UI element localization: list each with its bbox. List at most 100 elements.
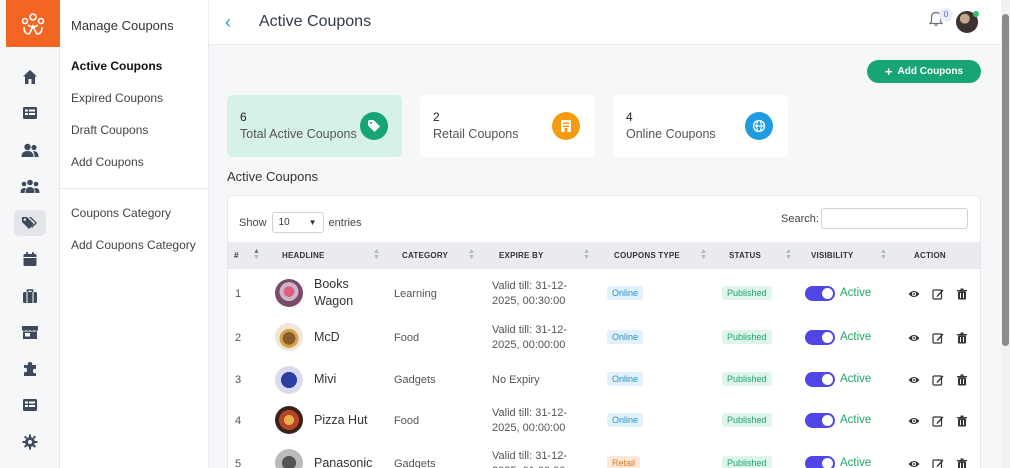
edit-icon[interactable] — [932, 373, 944, 386]
coupon-headline[interactable]: Mivi — [314, 371, 374, 388]
submenu-item-add-coupons-category[interactable]: Add Coupons Category — [71, 237, 201, 253]
search-label: Search: — [781, 212, 819, 225]
stat-label: Total Active Coupons — [240, 127, 357, 141]
edit-icon[interactable] — [932, 457, 944, 468]
visibility-label: Active — [840, 331, 872, 343]
coupon-headline[interactable]: Panasonic — [314, 455, 394, 468]
sort-icon[interactable]: ▲ ▼ — [468, 248, 475, 261]
puzzle-icon[interactable] — [14, 356, 46, 382]
delete-trash-icon[interactable] — [956, 414, 968, 427]
submenu-item-active-coupons[interactable]: Active Coupons — [71, 58, 201, 74]
coupon-headline[interactable]: McD — [314, 329, 374, 346]
coupon-expire: Valid till: 31-12-2025, 00:00:00 — [492, 324, 567, 351]
delete-trash-icon[interactable] — [956, 457, 968, 468]
list-icon[interactable] — [14, 392, 46, 418]
view-eye-icon[interactable] — [908, 414, 920, 426]
edit-icon[interactable] — [932, 287, 944, 300]
table-row: 5 Panasonic Gadgets Valid till: 31-12-20… — [228, 446, 980, 468]
users-icon[interactable] — [14, 137, 46, 163]
entries-select-value: 10 — [278, 217, 290, 228]
stat-card-retail[interactable]: 2 Retail Coupons — [420, 95, 595, 157]
coupon-expire: No Expiry — [492, 374, 540, 386]
coupon-headline[interactable]: Pizza Hut — [314, 412, 394, 429]
entries-select[interactable]: 10 ▼ — [271, 212, 324, 233]
col-header-expire-by[interactable]: EXPIRE BY — [499, 251, 543, 260]
col-header-num[interactable]: # — [234, 251, 239, 260]
coupon-type-badge: Online — [607, 372, 644, 386]
groups-icon[interactable] — [14, 173, 46, 199]
search-input[interactable] — [820, 208, 968, 229]
coupon-thumbnail — [275, 366, 303, 394]
sort-icon[interactable]: ▲ ▼ — [785, 248, 792, 261]
row-number: 2 — [235, 332, 242, 344]
notification-count-badge: 0 — [939, 8, 953, 22]
coupon-thumbnail — [275, 406, 303, 434]
entries-control: Show 10 ▼ entries — [239, 212, 362, 233]
delete-trash-icon[interactable] — [956, 373, 968, 386]
back-arrow-icon[interactable]: ‹ — [225, 12, 231, 33]
table-row: 4 Pizza Hut Food Valid till: 31-12-2025,… — [228, 401, 980, 441]
table-row: 2 McD Food Valid till: 31-12-2025, 00:00… — [228, 318, 980, 358]
dashboard-icon[interactable] — [14, 100, 46, 126]
briefcase-icon[interactable] — [14, 283, 46, 309]
delete-trash-icon[interactable] — [956, 287, 968, 300]
visibility-toggle[interactable] — [805, 286, 835, 301]
coupon-expire: Valid till: 31-12-2025, 00:00:00 — [492, 407, 567, 434]
visibility-label: Active — [840, 287, 872, 299]
col-header-category[interactable]: CATEGORY — [402, 251, 448, 260]
table-row: 3 Mivi Gadgets No Expiry Online Publishe… — [228, 362, 980, 398]
col-header-visibility[interactable]: VISIBILITY — [811, 251, 853, 260]
edit-icon[interactable] — [932, 331, 944, 344]
stat-card-total[interactable]: 6 Total Active Coupons — [227, 95, 402, 157]
search-control: Search: — [781, 208, 968, 229]
submenu-item-expired-coupons[interactable]: Expired Coupons — [71, 90, 201, 106]
coupon-type-badge: Online — [607, 330, 644, 344]
view-eye-icon[interactable] — [908, 287, 920, 299]
col-header-status[interactable]: STATUS — [729, 251, 761, 260]
stat-value: 2 — [433, 110, 440, 124]
page-scrollbar[interactable] — [1001, 0, 1010, 468]
submenu-item-draft-coupons[interactable]: Draft Coupons — [71, 122, 201, 138]
visibility-toggle[interactable] — [805, 372, 835, 387]
visibility-toggle[interactable] — [805, 456, 835, 468]
store-icon[interactable] — [14, 319, 46, 345]
view-eye-icon[interactable] — [908, 373, 920, 385]
add-coupons-button[interactable]: + Add Coupons — [867, 60, 981, 83]
coupon-headline[interactable]: Books Wagon — [314, 276, 374, 310]
table-header: # ▲ ▼ HEADLINE ▲ ▼ CATEGORY ▲ ▼ EXPIRE BY ▲… — [228, 242, 980, 269]
stat-label: Retail Coupons — [433, 127, 519, 141]
stat-card-online[interactable]: 4 Online Coupons — [613, 95, 788, 157]
delete-trash-icon[interactable] — [956, 331, 968, 344]
visibility-toggle[interactable] — [805, 330, 835, 345]
status-badge: Published — [722, 286, 772, 300]
home-icon[interactable] — [14, 64, 46, 90]
edit-icon[interactable] — [932, 414, 944, 427]
coupons-submenu: Manage Coupons Active Coupons Expired Co… — [60, 0, 209, 468]
settings-icon[interactable] — [14, 429, 46, 455]
col-header-headline[interactable]: HEADLINE — [282, 251, 325, 260]
logo-icon — [21, 12, 45, 35]
brand-logo[interactable] — [6, 0, 60, 47]
sort-icon[interactable]: ▲ ▼ — [880, 248, 887, 261]
sort-icon[interactable]: ▲ ▼ — [373, 248, 380, 261]
online-status-dot — [973, 11, 979, 17]
sort-icon[interactable]: ▲ ▼ — [583, 248, 590, 261]
submenu-item-coupons-category[interactable]: Coupons Category — [71, 205, 201, 221]
visibility-toggle[interactable] — [805, 413, 835, 428]
view-eye-icon[interactable] — [908, 331, 920, 343]
coupon-type-badge: Retail — [607, 456, 641, 468]
calendar-icon[interactable] — [14, 246, 46, 272]
col-header-coupons-type[interactable]: COUPONS TYPE — [614, 251, 680, 260]
submenu-item-add-coupons[interactable]: Add Coupons — [71, 154, 201, 170]
page-title: Active Coupons — [259, 13, 372, 30]
top-bar: ‹ Active Coupons 0 — [209, 0, 1001, 45]
plus-icon: + — [884, 63, 893, 79]
status-badge: Published — [722, 372, 772, 386]
sort-icon[interactable]: ▲ ▼ — [700, 248, 707, 261]
entries-label: entries — [328, 216, 362, 229]
scrollbar-thumb[interactable] — [1002, 14, 1009, 346]
view-eye-icon[interactable] — [908, 457, 920, 468]
sort-icon[interactable]: ▲ ▼ — [253, 248, 260, 261]
coupon-category: Gadgets — [394, 374, 436, 386]
tags-icon[interactable] — [14, 210, 46, 236]
